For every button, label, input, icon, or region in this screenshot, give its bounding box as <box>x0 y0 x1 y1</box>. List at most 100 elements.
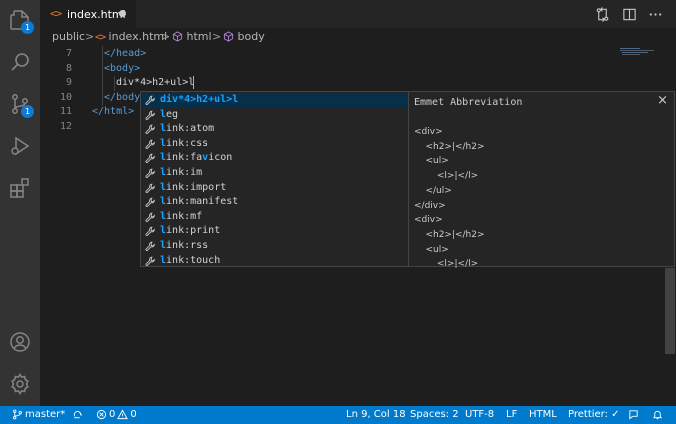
snippet-wrench-icon <box>145 168 156 179</box>
suggestion-label: link:im <box>160 167 203 178</box>
suggestion-item[interactable]: link:css <box>141 137 408 152</box>
indent-guide <box>114 76 115 91</box>
line-number: 10 <box>59 91 72 103</box>
activity-bar: 1 1 <box>0 0 40 406</box>
extensions-icon[interactable] <box>6 174 34 202</box>
encoding-status[interactable]: UTF-8 <box>465 409 494 420</box>
unsaved-dot-icon[interactable] <box>119 10 126 17</box>
run-debug-icon[interactable] <box>6 132 34 160</box>
html-file-icon: <> <box>50 7 62 20</box>
suggestion-item[interactable]: link:import <box>141 181 408 196</box>
snippet-wrench-icon <box>145 226 156 237</box>
cursor-position[interactable]: Ln 9, Col 18 <box>346 409 406 420</box>
symbol-cube-icon <box>223 31 234 42</box>
snippet-wrench-icon <box>145 241 156 252</box>
breadcrumb-node-body[interactable]: body <box>223 30 265 43</box>
text-cursor <box>193 76 194 89</box>
suggest-widget: div*4>h2+ul>l leg link:atom link:css link:fa… <box>140 91 409 267</box>
error-icon <box>96 409 107 420</box>
source-control-icon[interactable]: 1 <box>6 90 34 118</box>
suggestion-item[interactable]: link:manifest <box>141 195 408 210</box>
code-line-7: </head> <box>104 48 147 59</box>
suggestion-item[interactable]: link:rss <box>141 239 408 254</box>
suggestion-label: link:print <box>160 225 221 237</box>
search-icon[interactable] <box>6 48 34 76</box>
suggestion-item[interactable]: link:touch <box>141 254 408 269</box>
tab-bar: <> index.html <box>40 0 676 28</box>
warning-count: 0 <box>130 409 137 420</box>
error-count: 0 <box>109 409 116 420</box>
suggestion-label: link:favicon <box>160 152 233 164</box>
suggestion-label: link:import <box>160 181 227 193</box>
explorer-icon[interactable]: 1 <box>6 6 34 34</box>
suggestion-item[interactable]: div*4>h2+ul>l <box>141 93 408 108</box>
git-branch-icon <box>13 409 22 420</box>
indentation-status[interactable]: Spaces: 2 <box>410 409 459 420</box>
suggestion-label: link:mf <box>160 210 203 222</box>
suggestion-label: div*4>h2+ul>l <box>160 94 239 105</box>
code-line-8: <body> <box>104 62 141 74</box>
open-changes-icon[interactable] <box>593 5 611 23</box>
language-mode[interactable]: HTML <box>529 409 557 420</box>
suggestion-label: leg <box>160 108 179 120</box>
suggestion-label: link:manifest <box>160 196 239 208</box>
minimap[interactable] <box>618 46 666 66</box>
settings-gear-icon[interactable] <box>6 370 34 398</box>
more-actions-icon[interactable] <box>646 5 664 23</box>
details-title: Emmet Abbreviation <box>414 97 523 108</box>
breadcrumb-file[interactable]: <> index.html <box>95 30 167 43</box>
line-number: 12 <box>59 120 72 132</box>
line-number: 9 <box>65 77 72 88</box>
sync-icon[interactable] <box>72 409 83 420</box>
tab-label: index.html <box>67 8 126 21</box>
snippet-wrench-icon <box>145 212 156 223</box>
line-number: 8 <box>65 62 72 74</box>
accounts-icon[interactable] <box>6 328 34 356</box>
line-number: 7 <box>65 48 72 59</box>
suggestion-item[interactable]: leg <box>141 108 408 123</box>
breadcrumb: public > <> index.html > html > body <box>40 28 676 46</box>
code-line-10: </body <box>104 91 141 103</box>
snippet-wrench-icon <box>145 110 156 121</box>
notifications-bell-icon[interactable] <box>652 409 663 420</box>
suggestion-label: link:rss <box>160 240 209 251</box>
suggestion-item[interactable]: link:favicon <box>141 151 408 166</box>
split-editor-icon[interactable] <box>620 5 638 23</box>
code-line-9: div*4>h2+ul>l <box>116 77 195 88</box>
breadcrumb-node-html[interactable]: html <box>172 30 212 43</box>
tab-index-html[interactable]: <> index.html <box>40 0 136 28</box>
suggestion-item[interactable]: link:mf <box>141 210 408 225</box>
line-number: 11 <box>59 106 72 117</box>
snippet-wrench-icon <box>145 197 156 208</box>
explorer-badge: 1 <box>21 21 34 34</box>
branch-name: master* <box>25 409 66 420</box>
suggestion-label: link:touch <box>160 254 221 266</box>
suggestion-item[interactable]: link:atom <box>141 122 408 137</box>
snippet-wrench-icon <box>145 95 156 106</box>
problems-status[interactable]: 0 0 <box>96 409 137 420</box>
breadcrumb-folder[interactable]: public <box>52 30 85 43</box>
suggestion-item[interactable]: link:print <box>141 224 408 239</box>
code-line-11: </html> <box>92 106 135 117</box>
chevron-right-icon: > <box>161 30 171 43</box>
suggestion-label: link:atom <box>160 123 215 135</box>
suggestion-label: link:css <box>160 137 209 149</box>
snippet-wrench-icon <box>145 183 156 194</box>
chevron-right-icon: > <box>212 30 222 43</box>
snippet-wrench-icon <box>145 256 156 267</box>
suggestion-item[interactable]: link:im <box>141 166 408 181</box>
snippet-wrench-icon <box>145 139 156 150</box>
eol-status[interactable]: LF <box>506 409 517 420</box>
feedback-icon[interactable] <box>628 409 639 420</box>
close-icon[interactable]: × <box>657 93 668 108</box>
warning-icon <box>117 409 129 420</box>
indent-guide <box>102 46 103 106</box>
editor-scrollbar[interactable] <box>665 268 675 354</box>
prettier-status[interactable]: Prettier: ✓ <box>568 409 620 420</box>
snippet-wrench-icon <box>145 124 156 135</box>
suggest-details-panel: Emmet Abbreviation × <div> <h2>|</h2> <u… <box>408 91 675 269</box>
git-branch-status[interactable]: master* <box>12 409 65 420</box>
status-bar: master* 0 0 Ln 9, Col 18 Spaces: 2 UTF-8… <box>0 406 676 424</box>
scm-badge: 1 <box>21 105 34 118</box>
snippet-wrench-icon <box>145 153 156 164</box>
